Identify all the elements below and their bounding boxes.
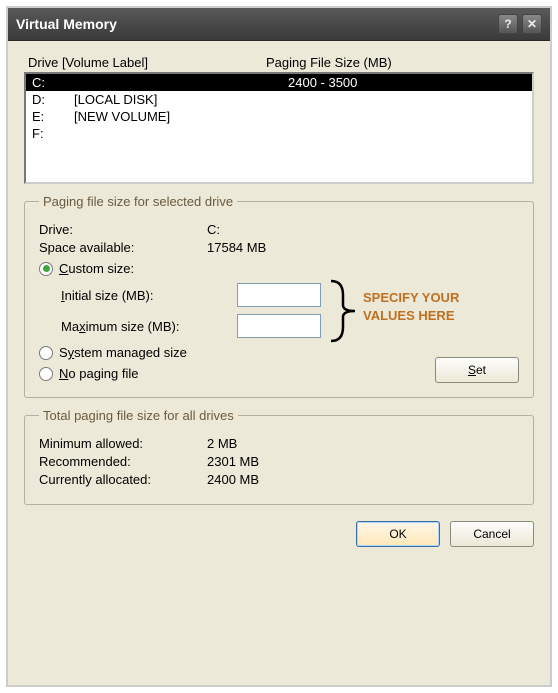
drive-row[interactable]: F:	[26, 125, 532, 142]
currently-allocated-label: Currently allocated:	[39, 472, 207, 487]
close-icon[interactable]: ✕	[522, 14, 542, 34]
drive-letter: F:	[32, 126, 74, 141]
drive-paging-size: 2400 - 3500	[260, 75, 526, 90]
content-area: Drive [Volume Label] Paging File Size (M…	[8, 41, 550, 685]
help-icon[interactable]: ?	[498, 14, 518, 34]
minimum-allowed-label: Minimum allowed:	[39, 436, 207, 451]
initial-size-input[interactable]	[237, 283, 321, 307]
drive-volume-label: [LOCAL DISK]	[74, 92, 260, 107]
annotation-text: SPECIFY YOUR VALUES HERE	[363, 289, 503, 325]
drive-letter: E:	[32, 109, 74, 124]
drive-volume-label: [NEW VOLUME]	[74, 109, 260, 124]
drive-letter: C:	[32, 75, 74, 90]
cancel-button[interactable]: Cancel	[450, 521, 534, 547]
total-paging-group: Total paging file size for all drives Mi…	[24, 408, 534, 505]
header-size-label: Paging File Size (MB)	[266, 55, 392, 70]
recommended-value: 2301 MB	[207, 454, 259, 469]
drive-volume-label	[74, 126, 260, 141]
drive-paging-size	[260, 126, 526, 141]
selected-drive-group: Paging file size for selected drive Driv…	[24, 194, 534, 398]
header-drive-label: Drive [Volume Label]	[28, 55, 266, 70]
titlebar: Virtual Memory ? ✕	[8, 8, 550, 41]
dialog-footer: OK Cancel	[24, 521, 534, 547]
set-button[interactable]: Set	[435, 357, 519, 383]
radio-system-managed[interactable]	[39, 346, 53, 360]
maximum-size-label: Maximum size (MB):	[61, 319, 237, 334]
drive-value: C:	[207, 222, 220, 237]
drive-row[interactable]: E: [NEW VOLUME]	[26, 108, 532, 125]
window-frame: Virtual Memory ? ✕ Drive [Volume Label] …	[6, 6, 552, 687]
drive-label: Drive:	[39, 222, 207, 237]
window-title: Virtual Memory	[16, 16, 117, 32]
radio-no-paging[interactable]	[39, 367, 53, 381]
selected-drive-legend: Paging file size for selected drive	[39, 194, 237, 209]
drive-listbox[interactable]: C: 2400 - 3500 D: [LOCAL DISK] E: [NEW V…	[24, 72, 534, 184]
drive-volume-label	[74, 75, 260, 90]
total-paging-legend: Total paging file size for all drives	[39, 408, 238, 423]
drive-list-header: Drive [Volume Label] Paging File Size (M…	[24, 55, 534, 72]
drive-paging-size	[260, 109, 526, 124]
custom-size-radio-row[interactable]: Custom size:	[39, 261, 519, 276]
recommended-label: Recommended:	[39, 454, 207, 469]
no-paging-label: No paging file	[59, 366, 139, 381]
space-available-value: 17584 MB	[207, 240, 266, 255]
initial-size-label: Initial size (MB):	[61, 288, 237, 303]
drive-row[interactable]: C: 2400 - 3500	[26, 74, 532, 91]
drive-letter: D:	[32, 92, 74, 107]
radio-custom-size[interactable]	[39, 262, 53, 276]
system-managed-label: System managed size	[59, 345, 187, 360]
maximum-size-input[interactable]	[237, 314, 321, 338]
space-available-label: Space available:	[39, 240, 207, 255]
brace-icon	[329, 279, 359, 343]
titlebar-buttons: ? ✕	[498, 14, 542, 34]
currently-allocated-value: 2400 MB	[207, 472, 259, 487]
custom-size-label: Custom size:	[59, 261, 134, 276]
ok-button[interactable]: OK	[356, 521, 440, 547]
drive-paging-size	[260, 92, 526, 107]
drive-row[interactable]: D: [LOCAL DISK]	[26, 91, 532, 108]
minimum-allowed-value: 2 MB	[207, 436, 237, 451]
